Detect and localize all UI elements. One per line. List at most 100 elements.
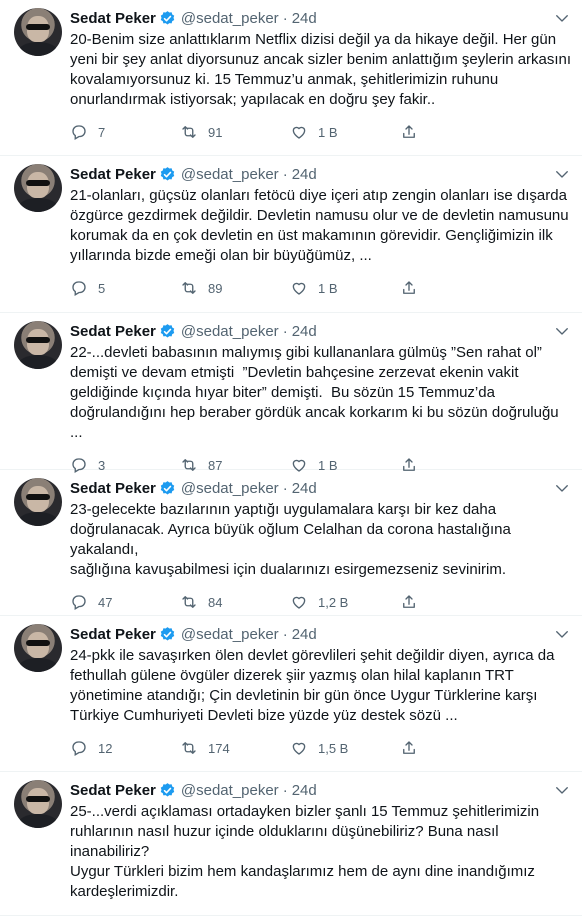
like-count: 1 B: [318, 280, 338, 296]
tweet[interactable]: Sedat Peker @sedat_peker · 24d 24-pkk il…: [0, 616, 582, 772]
tweet-timestamp[interactable]: 24d: [292, 323, 317, 340]
retweet-count: 91: [208, 124, 223, 140]
separator-dot: ·: [282, 625, 288, 643]
tweet-text: 20-Benim size anlattıklarım Netflix dizi…: [70, 31, 572, 108]
verified-badge-icon: [159, 323, 176, 340]
tweet-text: 22-...devleti babasının malıymış gibi ku…: [70, 344, 559, 441]
more-caret-icon[interactable]: [552, 478, 572, 498]
verified-badge-icon: [159, 480, 176, 497]
share-icon: [403, 281, 415, 294]
avatar[interactable]: [14, 8, 62, 56]
author-handle[interactable]: @sedat_peker: [181, 323, 279, 340]
like-count: 1,5 B: [318, 740, 349, 756]
retweet-count: 174: [208, 740, 230, 756]
author-handle[interactable]: @sedat_peker: [181, 782, 279, 799]
more-caret-icon[interactable]: [552, 624, 572, 644]
share-icon: [403, 595, 415, 608]
tweet-text: 25-...verdi açıklaması ortadayken bizler…: [70, 803, 540, 900]
separator-dot: ·: [282, 165, 288, 183]
heart-icon: [292, 596, 306, 609]
retweet-icon: [182, 282, 196, 294]
reply-icon: [72, 125, 86, 140]
tweet-actions: 7 91 1 B: [70, 114, 510, 150]
heart-icon: [292, 282, 306, 295]
avatar[interactable]: [14, 780, 62, 828]
retweet-button[interactable]: 174: [180, 739, 290, 757]
separator-dot: ·: [282, 322, 288, 340]
tweet-timestamp[interactable]: 24d: [292, 480, 317, 497]
avatar[interactable]: [14, 321, 62, 369]
share-button[interactable]: [400, 739, 440, 757]
tweet[interactable]: Sedat Peker @sedat_peker · 24d 21-olanla…: [0, 156, 582, 313]
tweet-header: Sedat Peker @sedat_peker · 24d: [70, 164, 572, 184]
reply-button[interactable]: 47: [70, 593, 180, 611]
tweet-header: Sedat Peker @sedat_peker · 24d: [70, 8, 572, 28]
tweet-text: 24-pkk ile savaşırken ölen devlet görevl…: [70, 647, 555, 724]
separator-dot: ·: [282, 479, 288, 497]
reply-icon: [72, 281, 86, 296]
tweet-text: 21-olanları, güçsüz olanları fetöcü diye…: [70, 187, 569, 264]
author-handle[interactable]: @sedat_peker: [181, 166, 279, 183]
retweet-icon: [182, 596, 196, 608]
tweet-header: Sedat Peker @sedat_peker · 24d: [70, 624, 572, 644]
more-caret-icon[interactable]: [552, 164, 572, 184]
retweet-button[interactable]: 91: [180, 123, 290, 141]
retweet-button[interactable]: 89: [180, 279, 290, 297]
heart-icon: [292, 126, 306, 139]
share-button[interactable]: [400, 593, 440, 611]
avatar[interactable]: [14, 478, 62, 526]
avatar[interactable]: [14, 164, 62, 212]
tweet[interactable]: Sedat Peker @sedat_peker · 24d 22-...dev…: [0, 313, 582, 473]
like-button[interactable]: 1 B: [290, 123, 400, 141]
reply-button[interactable]: 5: [70, 279, 180, 297]
tweet-header: Sedat Peker @sedat_peker · 24d: [70, 478, 572, 498]
tweet-actions: 47 84 1,2 B: [70, 584, 510, 620]
retweet-button[interactable]: 84: [180, 593, 290, 611]
like-count: 1,2 B: [318, 594, 349, 610]
reply-icon: [72, 595, 86, 610]
tweet[interactable]: Sedat Peker @sedat_peker · 24d 25-...ver…: [0, 772, 582, 916]
avatar[interactable]: [14, 624, 62, 672]
more-caret-icon[interactable]: [552, 321, 572, 341]
verified-badge-icon: [159, 10, 176, 27]
share-button[interactable]: [400, 279, 440, 297]
more-caret-icon[interactable]: [552, 780, 572, 800]
tweet-timestamp[interactable]: 24d: [292, 782, 317, 799]
reply-count: 7: [98, 124, 106, 140]
reply-button[interactable]: 12: [70, 739, 180, 757]
tweet-header: Sedat Peker @sedat_peker · 24d: [70, 321, 572, 341]
like-button[interactable]: 1 B: [290, 279, 400, 297]
author-name[interactable]: Sedat Peker: [70, 782, 156, 799]
share-button[interactable]: [400, 123, 440, 141]
reply-button[interactable]: 7: [70, 123, 180, 141]
author-name[interactable]: Sedat Peker: [70, 10, 156, 27]
author-name[interactable]: Sedat Peker: [70, 480, 156, 497]
like-count: 1 B: [318, 124, 338, 140]
author-handle[interactable]: @sedat_peker: [181, 480, 279, 497]
verified-badge-icon: [159, 626, 176, 643]
tweet-header: Sedat Peker @sedat_peker · 24d: [70, 780, 572, 800]
tweet-timestamp[interactable]: 24d: [292, 166, 317, 183]
tweet-actions: 39 111 1,4 B: [70, 906, 510, 916]
share-icon: [403, 125, 415, 138]
reply-count: 12: [98, 740, 113, 756]
retweet-icon: [182, 742, 196, 754]
more-caret-icon[interactable]: [552, 8, 572, 28]
verified-badge-icon: [159, 782, 176, 799]
tweet-text: 23-gelecekte bazılarının yaptığı uygulam…: [70, 501, 511, 578]
tweet-actions: 12 174 1,5 B: [70, 730, 510, 766]
author-handle[interactable]: @sedat_peker: [181, 626, 279, 643]
tweet-actions: 5 89 1 B: [70, 270, 510, 306]
like-button[interactable]: 1,2 B: [290, 593, 400, 611]
retweet-count: 89: [208, 280, 223, 296]
heart-icon: [292, 742, 306, 755]
author-name[interactable]: Sedat Peker: [70, 323, 156, 340]
like-button[interactable]: 1,5 B: [290, 739, 400, 757]
tweet-timestamp[interactable]: 24d: [292, 626, 317, 643]
author-handle[interactable]: @sedat_peker: [181, 10, 279, 27]
author-name[interactable]: Sedat Peker: [70, 166, 156, 183]
tweet[interactable]: Sedat Peker @sedat_peker · 24d 23-gelece…: [0, 470, 582, 616]
tweet-timestamp[interactable]: 24d: [292, 10, 317, 27]
tweet[interactable]: Sedat Peker @sedat_peker · 24d 20-Benim …: [0, 0, 582, 156]
author-name[interactable]: Sedat Peker: [70, 626, 156, 643]
